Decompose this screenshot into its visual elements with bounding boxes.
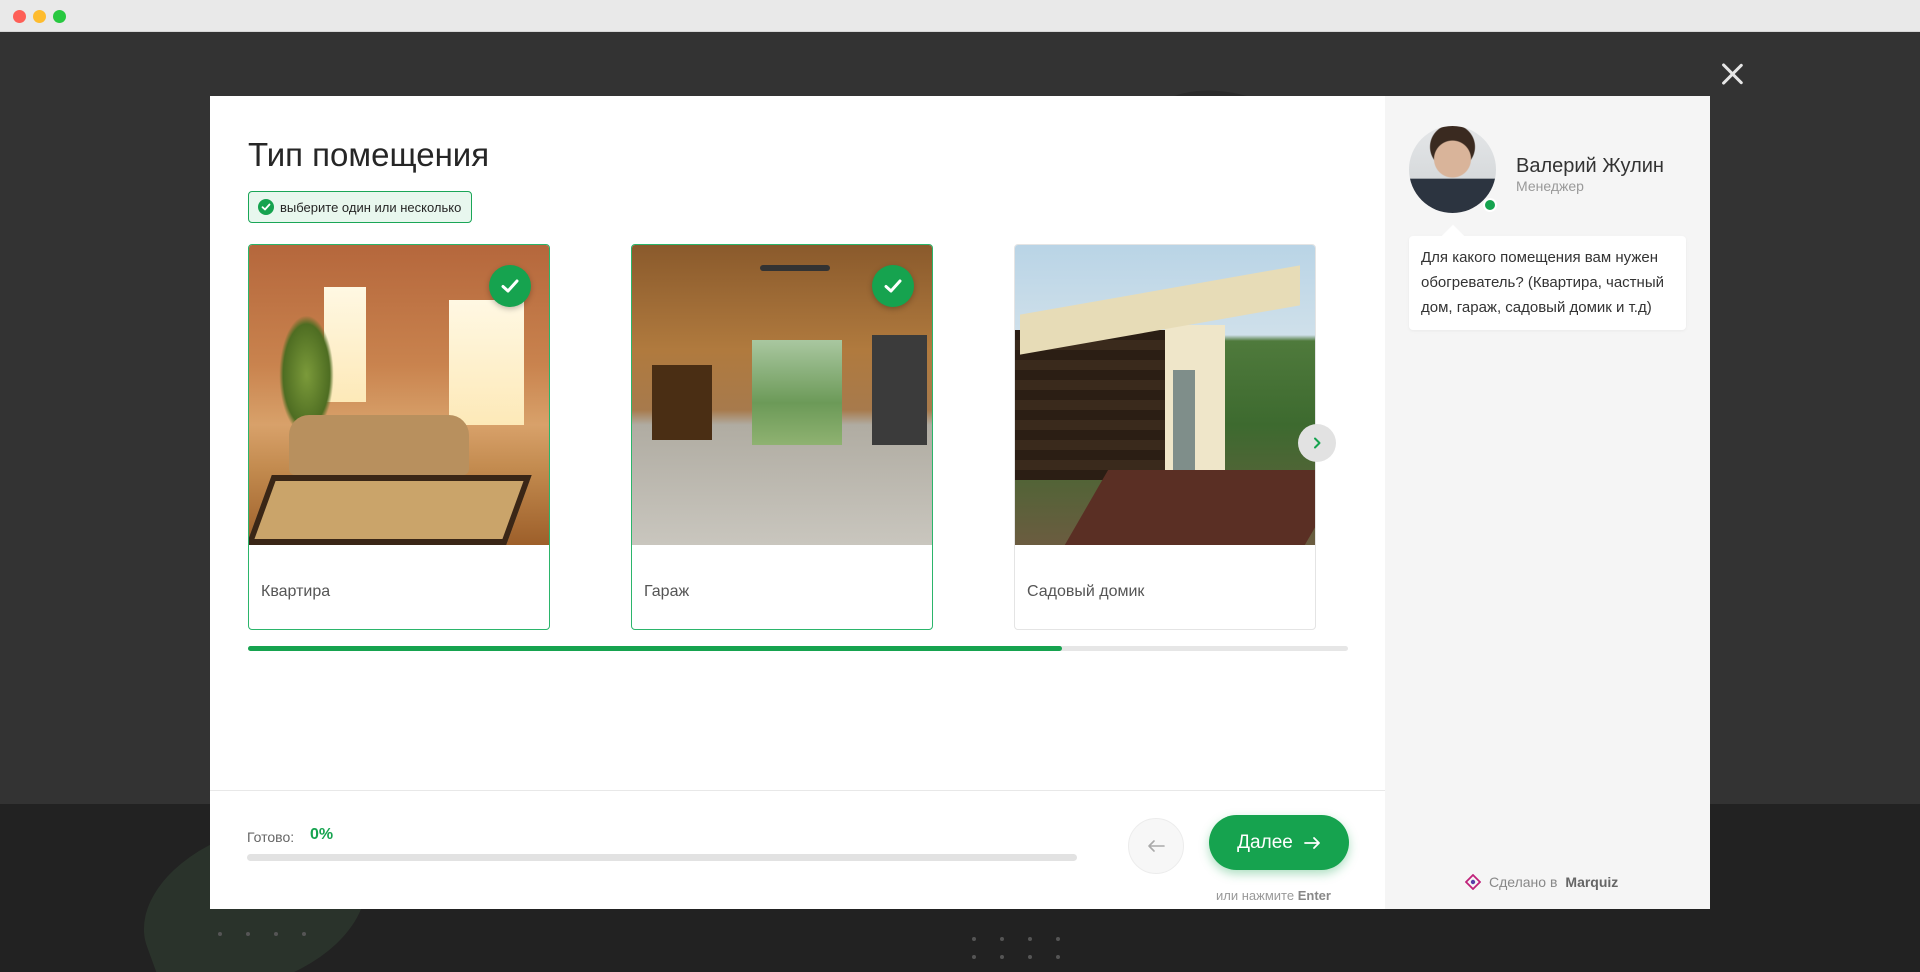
option-card-garden-house[interactable]: Садовый домик — [1014, 244, 1316, 630]
dots-decoration — [972, 937, 1062, 959]
carousel-scrollbar-thumb[interactable] — [248, 646, 1062, 651]
garden-house-image — [1015, 245, 1315, 545]
made-in-marquiz-link[interactable]: Сделано в Marquiz — [1465, 874, 1618, 890]
brand-name: Marquiz — [1565, 874, 1619, 890]
carousel-scrollbar[interactable] — [248, 646, 1348, 651]
chevron-right-icon — [1314, 437, 1321, 449]
dots-decoration — [218, 932, 308, 936]
question-title: Тип помещения — [248, 136, 490, 173]
manager-avatar — [1409, 126, 1496, 213]
next-button[interactable]: Далее — [1209, 815, 1349, 870]
arrow-left-icon — [1148, 840, 1165, 852]
check-icon — [258, 199, 274, 215]
window-minimize-control[interactable] — [33, 10, 46, 23]
window-titlebar — [0, 0, 1920, 32]
option-card-garage[interactable]: Гараж — [631, 244, 933, 630]
progress-bar — [247, 854, 1077, 861]
manager-name: Валерий Жулин — [1516, 155, 1664, 177]
option-label: Садовый домик — [1027, 583, 1145, 600]
enter-hint: или нажмите Enter — [1216, 888, 1331, 903]
window-close-control[interactable] — [13, 10, 26, 23]
made-in-prefix: Сделано в — [1489, 874, 1558, 890]
options-carousel: Квартира Гараж Садовый домик — [248, 244, 1358, 630]
selection-hint: выберите один или несколько — [248, 191, 473, 223]
enter-hint-key: Enter — [1297, 888, 1331, 903]
online-status-dot — [1483, 198, 1497, 212]
quiz-main: Тип помещения выберите один или нескольк… — [210, 96, 1385, 909]
manager-role: Менеджер — [1516, 178, 1584, 194]
back-button[interactable] — [1128, 818, 1184, 874]
next-button-label: Далее — [1237, 831, 1293, 853]
manager-panel: Валерий Жулин Менеджер Для какого помеще… — [1385, 96, 1710, 909]
quiz-modal: Тип помещения выберите один или нескольк… — [210, 96, 1710, 909]
option-card-apartment[interactable]: Квартира — [248, 244, 550, 630]
close-quiz-icon[interactable] — [1716, 58, 1748, 90]
enter-hint-prefix: или нажмите — [1216, 888, 1295, 903]
selected-check-icon — [872, 265, 914, 307]
quiz-footer: Готово: 0% Далее или нажмите Enter — [210, 790, 1385, 909]
option-label: Квартира — [261, 583, 331, 600]
marquiz-logo-icon — [1465, 874, 1481, 890]
progress-label: Готово: — [247, 829, 295, 845]
window-zoom-control[interactable] — [53, 10, 66, 23]
carousel-next-button[interactable] — [1298, 424, 1336, 462]
manager-message: Для какого помещения вам нужен обогреват… — [1409, 236, 1686, 330]
option-label: Гараж — [644, 583, 690, 600]
progress-value: 0% — [310, 826, 334, 843]
arrow-right-icon — [1303, 836, 1320, 849]
selected-check-icon — [489, 265, 531, 307]
selection-hint-text: выберите один или несколько — [280, 199, 462, 215]
